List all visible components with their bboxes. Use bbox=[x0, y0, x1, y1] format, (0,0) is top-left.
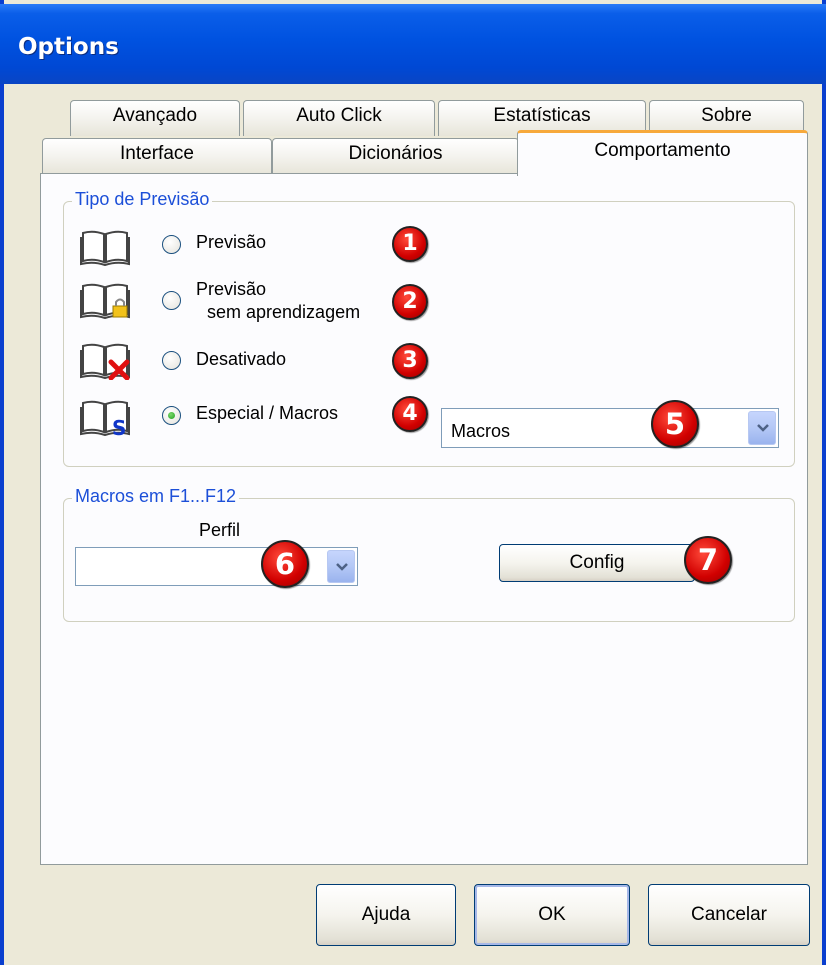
tab-label: Comportamento bbox=[594, 140, 731, 161]
callout-badge-5: 5 bbox=[651, 400, 699, 448]
prediction-mode-select[interactable]: Macros bbox=[441, 408, 779, 448]
cancel-button[interactable]: Cancelar bbox=[648, 884, 810, 946]
option-previsao-sem-aprendizagem-label-2: sem aprendizagem bbox=[207, 302, 361, 322]
tab-panel-comportamento: Tipo de Previsão Previsão 1 Previsão sem… bbox=[40, 173, 808, 865]
callout-badge-4: 4 bbox=[392, 396, 428, 432]
callout-badge-6: 6 bbox=[261, 540, 309, 588]
tab-label: Estatísticas bbox=[493, 105, 591, 126]
callout-badge-2: 2 bbox=[392, 284, 428, 320]
option-especial-macros-label: Especial / Macros bbox=[196, 403, 339, 423]
chevron-down-icon[interactable] bbox=[327, 550, 355, 583]
tab-dicionarios[interactable]: Dicionários bbox=[272, 138, 519, 174]
prediction-type-group-label: Tipo de Previsão bbox=[72, 189, 213, 210]
tab-comportamento[interactable]: Comportamento bbox=[517, 130, 808, 176]
callout-badge-3: 3 bbox=[392, 343, 428, 379]
tab-interface[interactable]: Interface bbox=[42, 138, 272, 174]
help-button-label: Ajuda bbox=[361, 904, 411, 925]
tab-label: Avançado bbox=[112, 105, 198, 126]
prediction-mode-select-value: Macros bbox=[451, 421, 511, 441]
book-special-icon: S bbox=[79, 397, 131, 440]
book-lock-icon bbox=[79, 280, 131, 320]
ok-button-label: OK bbox=[538, 904, 566, 925]
book-icon bbox=[79, 227, 131, 267]
help-button[interactable]: Ajuda bbox=[316, 884, 456, 946]
title-bar[interactable]: Options bbox=[0, 4, 826, 84]
radio-previsao-sem-aprendizagem[interactable] bbox=[162, 291, 181, 310]
radio-especial-macros[interactable] bbox=[162, 406, 181, 425]
tab-label: Dicionários bbox=[348, 143, 443, 164]
chevron-down-icon[interactable] bbox=[748, 411, 776, 445]
radio-desativado[interactable] bbox=[162, 351, 181, 370]
callout-badge-1: 1 bbox=[392, 226, 428, 262]
radio-previsao[interactable] bbox=[162, 235, 181, 254]
tab-avancado[interactable]: Avançado bbox=[70, 100, 240, 136]
tab-label: Sobre bbox=[701, 105, 752, 126]
cancel-button-label: Cancelar bbox=[690, 904, 768, 925]
option-desativado-label: Desativado bbox=[196, 349, 287, 369]
config-button-label: Config bbox=[569, 552, 625, 573]
macros-group-label: Macros em F1...F12 bbox=[72, 486, 240, 507]
profile-select[interactable] bbox=[75, 547, 358, 586]
tab-label: Interface bbox=[120, 143, 194, 164]
option-previsao-sem-aprendizagem-label: Previsão bbox=[196, 279, 267, 299]
window-title: Options bbox=[18, 34, 119, 60]
tab-label: Auto Click bbox=[296, 105, 382, 126]
tab-auto-click[interactable]: Auto Click bbox=[243, 100, 435, 136]
option-previsao-label: Previsão bbox=[196, 232, 267, 252]
ok-button[interactable]: OK bbox=[474, 884, 630, 946]
config-button[interactable]: Config bbox=[499, 544, 695, 582]
profile-label: Perfil bbox=[199, 520, 241, 540]
book-disabled-icon bbox=[79, 340, 131, 381]
callout-badge-7: 7 bbox=[684, 536, 732, 584]
svg-text:S: S bbox=[112, 416, 126, 437]
